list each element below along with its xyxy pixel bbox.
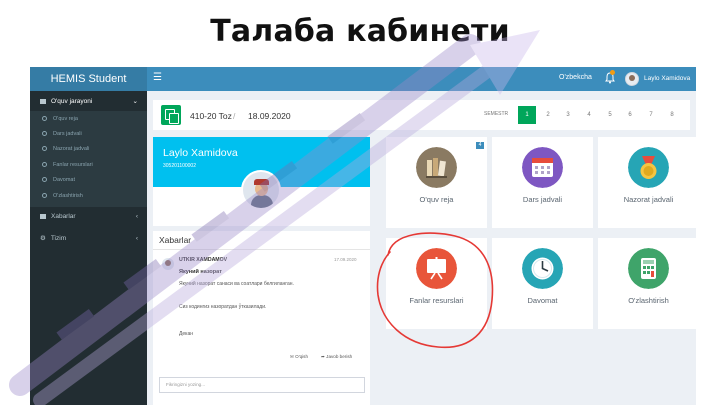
sidebar-item-nazorat-jadvali[interactable]: Nazorat jadvali (30, 142, 147, 156)
chevron-left-icon: ‹ (135, 213, 138, 220)
news-title: Xabarlar (159, 235, 192, 245)
notification-badge (610, 70, 615, 75)
avatar-body (251, 195, 273, 208)
semester-tab-2[interactable]: 2 (539, 106, 557, 124)
envelope-icon: ✉ (290, 354, 294, 359)
sidebar-item-label: Davomat (53, 177, 76, 183)
sidebar-item-tizim[interactable]: ⚙ Tizim ‹ (30, 232, 147, 246)
book-icon (40, 98, 46, 104)
sidebar-item-label: Nazorat jadvali (53, 146, 90, 152)
news-author: UTKIR XAMDAMOV (179, 257, 228, 263)
current-date: 18.09.2020 (248, 111, 291, 121)
sidebar-item-label: Xabarlar (51, 213, 76, 220)
avatar-hat (254, 179, 269, 185)
top-navbar: ☰ O'zbekcha Laylo Xamidova (147, 67, 696, 91)
profile-name: Laylo Xamidova (163, 147, 238, 159)
news-panel: Xabarlar UTKIR XAMDAMOV 17.09.2020 Якуни… (153, 231, 370, 405)
tile-davomat[interactable]: Davomat (492, 238, 593, 329)
presentation-board-icon (416, 248, 457, 289)
reply-button[interactable]: ➦ Javob berish (321, 354, 352, 360)
books-icon (416, 147, 457, 188)
sidebar-item-label: O'quv reja (53, 116, 78, 122)
semester-tab-5[interactable]: 5 (601, 106, 619, 124)
circle-icon (42, 193, 47, 199)
sidebar-item-dars-jadvali[interactable]: Dars jadvali (30, 127, 147, 141)
read-button[interactable]: ✉ O'qish (290, 354, 308, 360)
semester-tab-6[interactable]: 6 (621, 106, 639, 124)
copy-icon (161, 105, 181, 125)
tile-dars-jadvali[interactable]: Dars jadvali (492, 137, 593, 228)
sidebar-item-oquv-reja[interactable]: O'quv reja (30, 112, 147, 126)
news-paragraph: Сиз кодингиз назоратдан ўтказилади. (179, 304, 267, 310)
news-signature: Декан (179, 331, 194, 337)
divider (153, 249, 370, 250)
sidebar-item-ozlashtirish[interactable]: O'zlashtirish (30, 189, 147, 203)
reply-label: Javob berish (326, 354, 353, 359)
tile-label: O'quv reja (419, 195, 454, 204)
sidebar-item-davomat[interactable]: Davomat (30, 173, 147, 187)
news-heading: Якуний назорат (179, 269, 222, 275)
calculator-icon (628, 248, 669, 289)
user-avatar[interactable] (625, 72, 639, 86)
semester-tab-4[interactable]: 4 (580, 106, 598, 124)
sidebar-section-oquv-jarayoni[interactable]: O'quv jarayoni ⌄ (30, 95, 147, 109)
slide: Талаба кабинети HEMIS Student ☰ O'zbekch… (0, 0, 720, 405)
medal-icon (628, 147, 669, 188)
tile-label: O'zlashtirish (628, 296, 669, 305)
sidebar-item-label: Fanlar resurslari (53, 162, 93, 168)
gear-icon: ⚙ (40, 235, 46, 242)
sidebar-item-xabarlar[interactable]: Xabarlar ‹ (30, 210, 147, 224)
tile-label: Fanlar resurslari (409, 296, 464, 305)
sidebar-submenu: O'quv reja Dars jadvali Nazorat jadvali … (30, 111, 147, 207)
chevron-left-icon: ‹ (135, 235, 138, 242)
semester-tab-8[interactable]: 8 (663, 106, 681, 124)
language-selector[interactable]: O'zbekcha (559, 74, 592, 81)
news-paragraph: Якуний назорат санаси ва соатлари белгил… (179, 281, 294, 287)
profile-card: Laylo Xamidova 305201100002 (153, 137, 370, 226)
read-label: O'qish (295, 354, 309, 359)
tile-badge: 4 (476, 142, 484, 149)
sidebar-item-label: Dars jadvali (53, 131, 82, 137)
share-icon: ➦ (321, 354, 325, 359)
tile-oquv-reja[interactable]: 4 O'quv reja (386, 137, 487, 228)
slide-title: Талаба кабинети (210, 14, 510, 49)
circle-icon (42, 131, 47, 137)
brand-logo[interactable]: HEMIS Student (30, 67, 147, 91)
sidebar-item-fanlar-resurslari[interactable]: Fanlar resurslari (30, 158, 147, 172)
hemis-app-window: HEMIS Student ☰ O'zbekcha Laylo Xamidova… (30, 67, 696, 405)
author-avatar (162, 258, 174, 270)
circle-icon (42, 116, 47, 122)
sidebar-item-label: Tizim (50, 235, 67, 242)
news-date: 17.09.2020 (334, 257, 357, 262)
tile-label: Nazorat jadvali (623, 195, 674, 204)
profile-id: 305201100002 (163, 163, 196, 169)
circle-icon (42, 146, 47, 152)
profile-avatar (241, 170, 281, 210)
comment-input[interactable]: Fikringizni yozing... (159, 377, 365, 393)
content-header: 410-20 Toz / 18.09.2020 SEMESTR 1 2 3 4 … (153, 100, 690, 130)
chevron-down-icon: ⌄ (132, 98, 138, 105)
tile-label: Davomat (527, 296, 558, 305)
sidebar: O'quv jarayoni ⌄ O'quv reja Dars jadvali… (30, 91, 147, 405)
tile-label: Dars jadvali (522, 195, 563, 204)
clock-icon (522, 248, 563, 289)
group-name: 410-20 Toz (190, 111, 232, 121)
tile-fanlar-resurslari[interactable]: Fanlar resurslari (386, 238, 487, 329)
sidebar-item-label: O'zlashtirish (53, 193, 83, 199)
user-name[interactable]: Laylo Xamidova (644, 75, 690, 82)
hamburger-icon[interactable]: ☰ (153, 72, 162, 83)
envelope-icon (40, 213, 46, 219)
circle-icon (42, 177, 47, 183)
calendar-icon (522, 147, 563, 188)
sidebar-section-label: O'quv jarayoni (51, 98, 93, 105)
semester-tab-1[interactable]: 1 (518, 106, 536, 124)
semester-tab-3[interactable]: 3 (559, 106, 577, 124)
semester-tab-7[interactable]: 7 (642, 106, 660, 124)
tile-nazorat-jadvali[interactable]: Nazorat jadvali (598, 137, 696, 228)
semester-label: SEMESTR (484, 111, 509, 117)
circle-icon (42, 162, 47, 168)
tile-ozlashtirish[interactable]: O'zlashtirish (598, 238, 696, 329)
header-separator: / (233, 111, 236, 121)
